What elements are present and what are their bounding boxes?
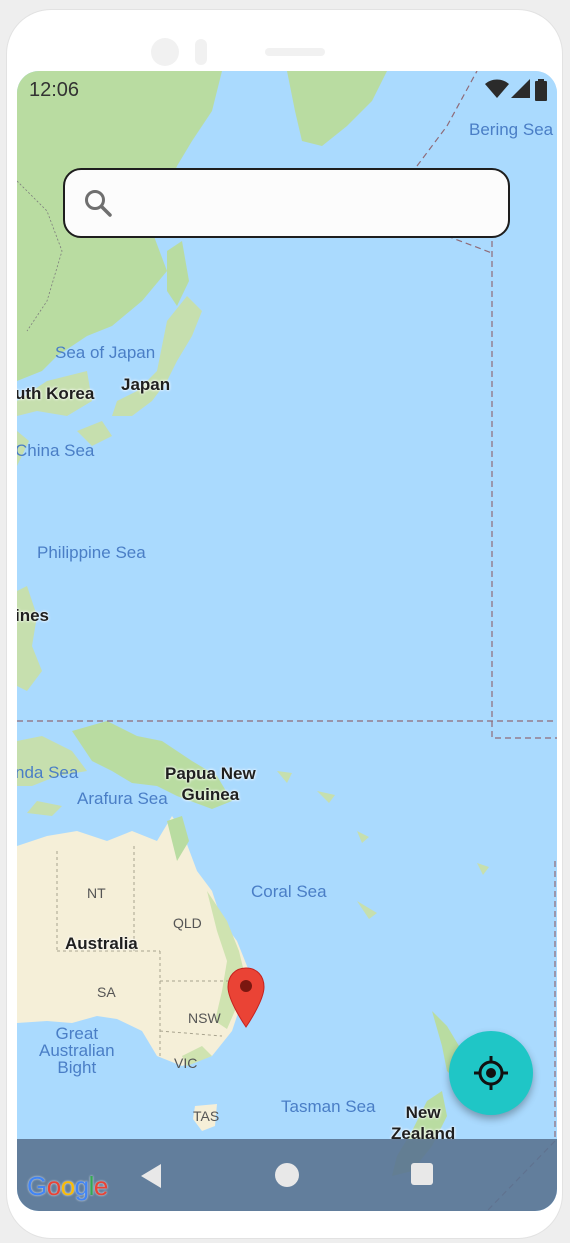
label-nsw: NSW — [188, 1010, 221, 1026]
label-banda-sea: nda Sea — [17, 763, 79, 782]
back-triangle-icon[interactable] — [139, 1163, 163, 1189]
status-icons — [485, 79, 549, 101]
label-sa: SA — [97, 984, 116, 1000]
google-logo-letter: g — [74, 1171, 89, 1201]
search-icon[interactable] — [83, 188, 113, 218]
label-arafura-sea: Arafura Sea — [77, 789, 168, 808]
status-time: 12:06 — [29, 79, 80, 101]
label-bering-sea: Bering Sea — [469, 120, 554, 139]
label-south-korea: uth Korea — [17, 384, 95, 403]
google-logo-letter: G — [27, 1171, 47, 1201]
label-nt: NT — [87, 885, 106, 901]
battery-icon — [535, 79, 547, 106]
google-logo-letter: o — [46, 1171, 61, 1201]
my-location-button[interactable] — [449, 1031, 533, 1115]
label-vic: VIC — [174, 1055, 198, 1071]
wifi-icon — [485, 79, 509, 104]
map-marker-icon[interactable] — [227, 967, 265, 1029]
label-tas: TAS — [193, 1108, 220, 1124]
label-philippine-sea: Philippine Sea — [37, 543, 146, 562]
google-logo-letter: e — [93, 1171, 108, 1201]
my-location-icon — [474, 1056, 508, 1090]
label-china-sea: China Sea — [17, 441, 95, 460]
label-sea-of-japan: Sea of Japan — [55, 343, 156, 362]
status-bar: 12:06 — [17, 71, 557, 109]
label-japan: Japan — [121, 375, 171, 394]
label-tasman-sea: Tasman Sea — [281, 1097, 376, 1116]
navigation-bar: Google — [17, 1139, 557, 1211]
label-coral-sea: Coral Sea — [251, 882, 327, 901]
front-camera — [151, 38, 179, 66]
search-input[interactable] — [127, 184, 501, 226]
google-logo: Google — [27, 1171, 108, 1202]
recents-square-icon[interactable] — [411, 1163, 433, 1185]
map-screen[interactable]: Bering Sea Sea of Japan Japan uth Korea … — [17, 71, 557, 1211]
label-philippines: ines — [17, 606, 50, 625]
proximity-sensor — [195, 39, 207, 65]
cellular-signal-icon — [511, 79, 531, 104]
label-papua-new-guinea: Papua New Guinea — [165, 764, 256, 804]
label-new-zealand: New Zealand — [391, 1103, 456, 1143]
earpiece-speaker — [265, 48, 325, 56]
label-australia: Australia — [65, 934, 138, 953]
google-logo-letter: o — [60, 1171, 75, 1201]
label-great-australian-bight: Great Australian Bight — [39, 1024, 115, 1077]
search-bar[interactable] — [63, 168, 510, 238]
home-circle-icon[interactable] — [275, 1163, 299, 1187]
label-qld: QLD — [173, 915, 202, 931]
